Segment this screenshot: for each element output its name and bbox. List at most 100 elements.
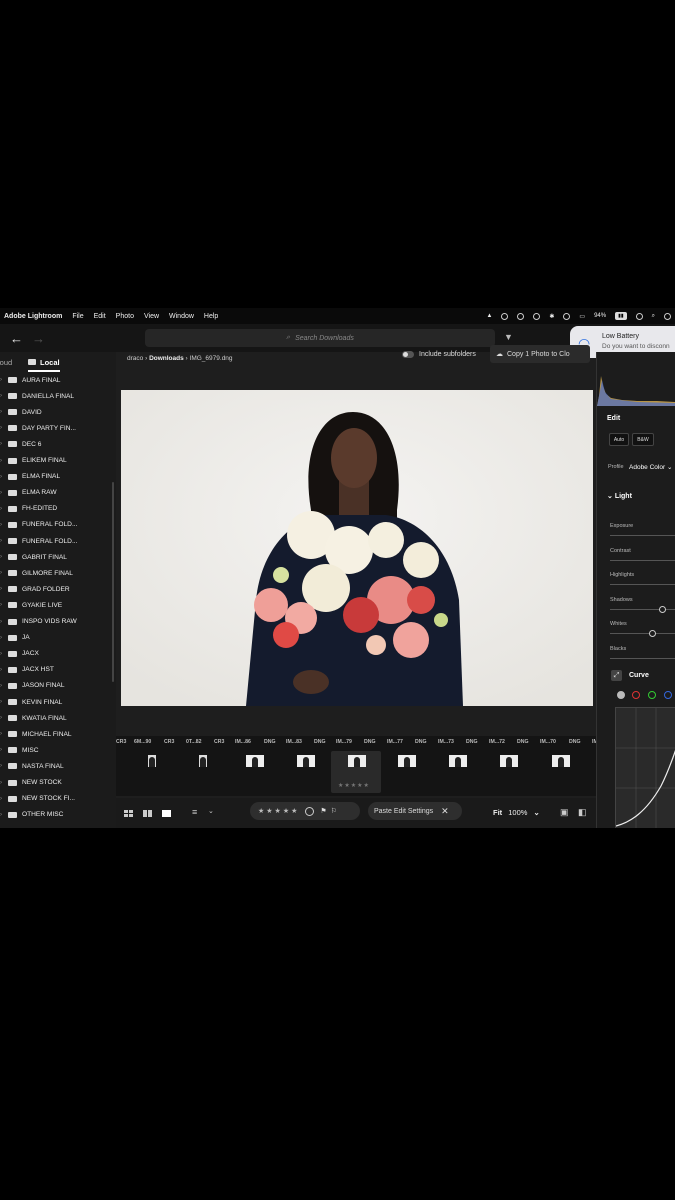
folder-item[interactable]: › DAVID (0, 404, 116, 420)
folder-item[interactable]: › INSPO VIDS RAW (0, 614, 116, 630)
slider-knob[interactable] (649, 630, 657, 637)
flag-icon[interactable]: ⚑ (320, 807, 326, 815)
filmstrip-thumbnail[interactable] (199, 755, 207, 767)
chevron-right-icon[interactable]: › (0, 554, 6, 560)
light-section-header[interactable]: ⌄ Light (607, 492, 632, 500)
chevron-right-icon[interactable]: › (0, 747, 6, 753)
folder-item[interactable]: › OTHER MISC (0, 807, 116, 823)
folder-item[interactable]: › NEW STOCK FI... (0, 791, 116, 807)
search-icon[interactable]: ⌕ (652, 313, 655, 320)
tone-curve[interactable] (615, 707, 675, 828)
menu-view[interactable]: View (144, 313, 159, 320)
chevron-right-icon[interactable]: › (0, 474, 6, 480)
slider-track[interactable] (610, 584, 675, 585)
rgb-channel-dot[interactable] (617, 691, 625, 699)
green-channel-dot[interactable] (648, 691, 656, 699)
bluetooth-icon[interactable]: ✱ (549, 313, 554, 320)
include-subfolders-toggle[interactable]: Include subfolders (402, 351, 476, 358)
chevron-right-icon[interactable]: › (0, 763, 6, 769)
folder-item[interactable]: › FUNERAL FOLD... (0, 517, 116, 533)
slider-track[interactable] (610, 633, 675, 634)
breadcrumb-folder[interactable]: Downloads (149, 355, 184, 362)
chevron-right-icon[interactable]: › (0, 409, 6, 415)
folder-item[interactable]: › GRAD FOLDER (0, 581, 116, 597)
folder-item[interactable]: › AURA FINAL (0, 372, 116, 388)
chevron-right-icon[interactable]: › (0, 586, 6, 592)
filmstrip-thumbnail[interactable] (449, 755, 467, 767)
bw-button[interactable]: B&W (632, 433, 654, 446)
folder-item[interactable]: › GILMORE FINAL (0, 565, 116, 581)
folder-item[interactable]: › DAY PARTY FIN... (0, 420, 116, 436)
chevron-right-icon[interactable]: › (0, 812, 6, 818)
folder-item[interactable]: › JACX (0, 646, 116, 662)
auto-button[interactable]: Auto (609, 433, 629, 446)
filmstrip-thumbnail[interactable] (348, 755, 366, 767)
folder-item[interactable]: › NEW STOCK (0, 775, 116, 791)
red-channel-dot[interactable] (632, 691, 640, 699)
folder-item[interactable]: › FUNERAL FOLD... (0, 533, 116, 549)
zoom-control[interactable]: Fit 100% ⌄ (493, 808, 540, 817)
copy-to-cloud-button[interactable]: ☁ Copy 1 Photo to Clo (490, 345, 590, 363)
folder-item[interactable]: › GABRIT FINAL (0, 549, 116, 565)
chevron-right-icon[interactable]: › (0, 522, 6, 528)
chevron-right-icon[interactable]: › (0, 635, 6, 641)
filmstrip-thumbnail[interactable] (148, 755, 156, 767)
compare-icon[interactable]: ▣ (560, 807, 569, 818)
sidebar-scrollbar[interactable] (112, 482, 114, 682)
rating-stars[interactable]: ★★★★★ (258, 807, 299, 815)
folder-item[interactable]: › JASON FINAL (0, 678, 116, 694)
slider-track[interactable] (610, 657, 675, 659)
before-after-icon[interactable]: ◧ (578, 807, 587, 818)
chevron-right-icon[interactable]: › (0, 619, 6, 625)
selected-rating[interactable]: ★★★★★ (338, 782, 370, 789)
blue-channel-dot[interactable] (664, 691, 672, 699)
search-input[interactable]: ⌕ Search Downloads (145, 329, 495, 347)
chevron-right-icon[interactable]: › (0, 570, 6, 576)
folder-item[interactable]: › ELMA FINAL (0, 469, 116, 485)
square-grid-icon[interactable] (143, 810, 152, 817)
unflag-icon[interactable] (305, 806, 315, 816)
display-icon[interactable]: ▭ (579, 313, 585, 320)
chevron-right-icon[interactable]: › (0, 780, 6, 786)
forward-arrow-icon[interactable]: → (32, 331, 45, 346)
chevron-right-icon[interactable]: › (0, 683, 6, 689)
breadcrumb-root[interactable]: draco (127, 355, 143, 362)
chevron-right-icon[interactable]: › (0, 796, 6, 802)
chevron-right-icon[interactable]: › (0, 602, 6, 608)
chevron-right-icon[interactable]: › (0, 731, 6, 737)
folder-item[interactable]: › MISC (0, 742, 116, 758)
paste-edit-settings-button[interactable]: Paste Edit Settings ✕ (368, 802, 462, 820)
slider-knob[interactable] (659, 605, 667, 613)
chevron-right-icon[interactable]: › (0, 715, 6, 721)
filter-icon[interactable]: ▼ (504, 332, 513, 342)
filmstrip-thumbnail[interactable] (500, 755, 518, 767)
chevron-right-icon[interactable]: › (0, 667, 6, 673)
record-icon[interactable] (533, 312, 541, 320)
rating-filter[interactable]: ★★★★★ ⚑ ⚐ (250, 802, 360, 820)
profile-dropdown[interactable]: Adobe Color ⌄ (629, 463, 672, 471)
chevron-right-icon[interactable]: › (0, 425, 6, 431)
slider-track[interactable] (610, 535, 675, 536)
folder-item[interactable]: › KEVIN FINAL (0, 694, 116, 710)
control-center-icon[interactable] (635, 312, 643, 320)
filmstrip-thumbnail[interactable] (552, 755, 570, 767)
chevron-right-icon[interactable]: › (0, 441, 6, 447)
menu-help[interactable]: Help (204, 313, 218, 320)
cone-icon[interactable]: ▲ (486, 313, 492, 319)
folder-item[interactable]: › KWATIA FINAL (0, 710, 116, 726)
filmstrip-thumbnail[interactable] (398, 755, 416, 767)
filmstrip-thumbnail[interactable] (297, 755, 315, 767)
folder-item[interactable]: › MICHAEL FINAL (0, 726, 116, 742)
airdrop-icon[interactable] (563, 312, 571, 320)
sort-icon[interactable]: ≡ (192, 807, 197, 817)
folder-item[interactable]: › ELMA RAW (0, 485, 116, 501)
sync-icon[interactable] (517, 312, 525, 320)
chevron-right-icon[interactable]: › (0, 377, 6, 383)
cloud-icon[interactable] (501, 312, 509, 320)
reject-flag-icon[interactable]: ⚐ (331, 807, 337, 815)
chevron-right-icon[interactable]: › (0, 458, 6, 464)
folder-item[interactable]: › DANIELLA FINAL (0, 388, 116, 404)
chevron-right-icon[interactable]: › (0, 393, 6, 399)
slider-track[interactable] (610, 559, 675, 561)
chevron-right-icon[interactable]: › (0, 651, 6, 657)
